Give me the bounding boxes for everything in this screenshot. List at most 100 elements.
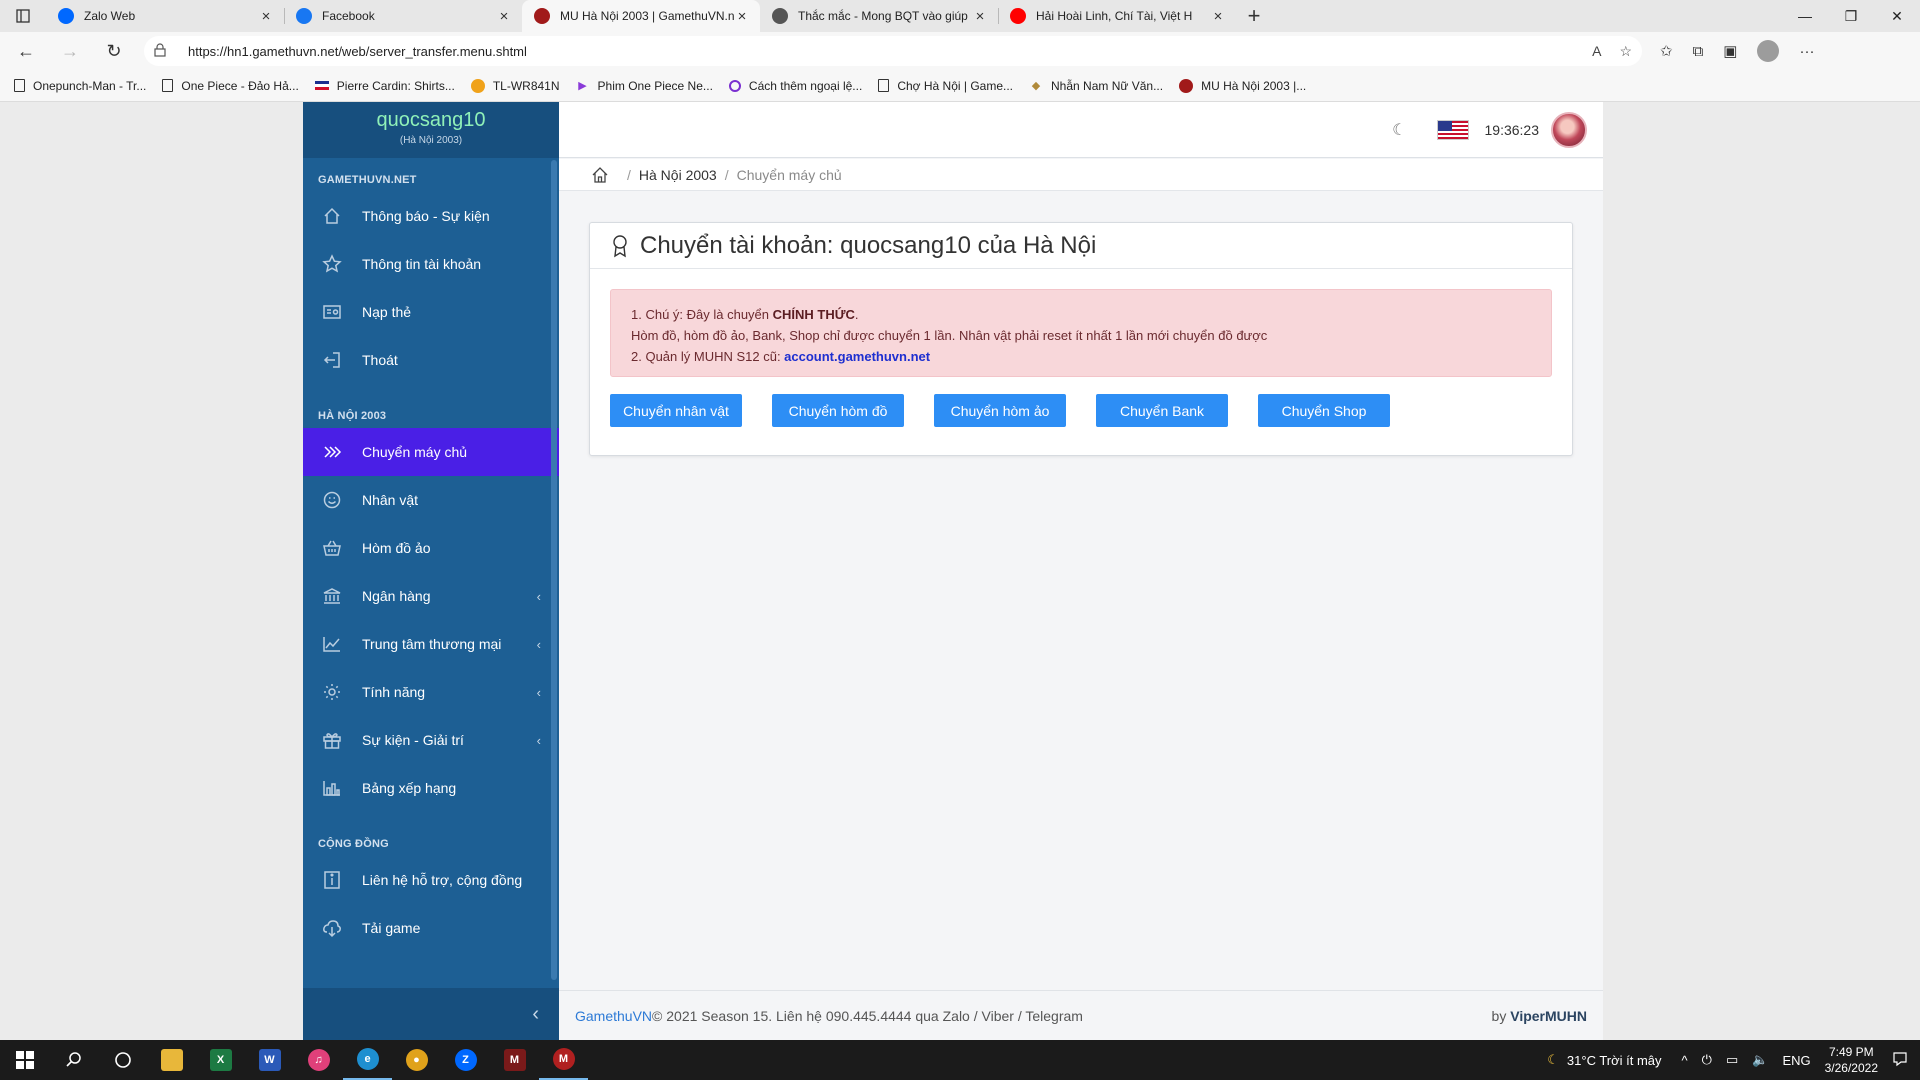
- clock-datetime[interactable]: 7:49 PM 3/26/2022: [1825, 1044, 1878, 1076]
- sidebar-scrollbar[interactable]: [551, 160, 557, 980]
- sidebar-server: (Hà Nội 2003): [399, 135, 463, 146]
- lock-icon[interactable]: [154, 42, 174, 60]
- notification-icon[interactable]: [1892, 1051, 1908, 1070]
- transfer-button[interactable]: Chuyển nhân vật: [610, 394, 742, 427]
- taskbar-app[interactable]: W: [245, 1040, 294, 1080]
- new-tab-button[interactable]: +: [1236, 0, 1272, 32]
- taskbar-app[interactable]: X: [196, 1040, 245, 1080]
- close-icon[interactable]: ×: [972, 8, 988, 25]
- browser-tab[interactable]: Zalo Web ×: [46, 0, 284, 32]
- sidebar-item[interactable]: Tính năng ‹: [303, 668, 559, 716]
- bookmark-item[interactable]: ◆ Nhẫn Nam Nữ Văn...: [1029, 79, 1163, 93]
- taskbar-app[interactable]: e: [343, 1040, 392, 1080]
- device-icon[interactable]: ⏻: [1702, 1052, 1712, 1068]
- cortana-icon[interactable]: [98, 1040, 147, 1080]
- sidebar-item[interactable]: Nạp thẻ: [303, 288, 559, 336]
- sidebar-item[interactable]: Thông báo - Sự kiện: [303, 192, 559, 240]
- taskbar-app[interactable]: [147, 1040, 196, 1080]
- sidebar-item[interactable]: Liên hệ hỗ trợ, cộng đồng: [303, 856, 559, 904]
- forward-button[interactable]: →: [52, 35, 88, 67]
- bookmark-item[interactable]: Onepunch-Man - Tr...: [14, 79, 146, 93]
- network-icon[interactable]: ▭: [1726, 1052, 1738, 1068]
- taskbar-app[interactable]: ♫: [294, 1040, 343, 1080]
- sidebar-item[interactable]: Hòm đồ ảo: [303, 524, 559, 572]
- taskbar-app[interactable]: Z: [441, 1040, 490, 1080]
- transfer-button[interactable]: Chuyển hòm ảo: [934, 394, 1066, 427]
- sidebar-item[interactable]: Sự kiện - Giải trí ‹: [303, 716, 559, 764]
- sidebar-collapse-button[interactable]: ‹: [303, 988, 559, 1040]
- refresh-button[interactable]: ↻: [96, 35, 132, 67]
- start-button[interactable]: [0, 1040, 49, 1080]
- language-indicator[interactable]: ENG: [1782, 1053, 1810, 1068]
- chevron-left-icon[interactable]: ‹: [532, 1003, 539, 1026]
- close-icon[interactable]: ×: [496, 8, 512, 25]
- close-icon[interactable]: ×: [1210, 8, 1226, 25]
- back-button[interactable]: ←: [8, 35, 44, 67]
- home-icon[interactable]: [591, 166, 609, 184]
- profile-avatar[interactable]: [1757, 40, 1780, 62]
- taskbar-app[interactable]: M: [490, 1040, 539, 1080]
- tab-title: MU Hà Nội 2003 | GamethuVN.n: [560, 9, 734, 23]
- browser-tab[interactable]: Facebook ×: [284, 0, 522, 32]
- volume-icon[interactable]: 🔈: [1752, 1052, 1768, 1068]
- page-icon: [772, 8, 788, 24]
- sidebar-item[interactable]: Tải game: [303, 904, 559, 952]
- sidebar-item[interactable]: Thông tin tài khoản: [303, 240, 559, 288]
- game-icon: M: [503, 1049, 526, 1071]
- sidebar-item[interactable]: Ngân hàng ‹: [303, 572, 559, 620]
- dark-mode-icon[interactable]: ☾: [1392, 120, 1406, 140]
- bookmark-item[interactable]: One Piece - Đảo Hả...: [162, 79, 299, 93]
- sidebar-item[interactable]: Thoát: [303, 336, 559, 384]
- restore-button[interactable]: ❐: [1828, 0, 1874, 32]
- weather-widget[interactable]: ☾ 31°C Trời ít mây: [1547, 1052, 1661, 1068]
- more-menu-icon[interactable]: ···: [1799, 43, 1814, 60]
- chevron-up-icon[interactable]: ^: [1682, 1053, 1688, 1068]
- taskbar-app[interactable]: ●: [392, 1040, 441, 1080]
- transfer-button[interactable]: Chuyển Shop: [1258, 394, 1390, 427]
- browser-tab[interactable]: Hải Hoài Linh, Chí Tài, Việt H ×: [998, 0, 1236, 32]
- bookmark-item[interactable]: Cách thêm ngoại lệ...: [728, 79, 862, 93]
- bookmark-item[interactable]: Chợ Hà Nội | Game...: [878, 79, 1013, 93]
- favorites-icon[interactable]: ✩: [1660, 42, 1673, 60]
- browser-tab[interactable]: Thắc mắc - Mong BQT vào giúp ×: [760, 0, 998, 32]
- bookmark-item[interactable]: Pierre Cardin: Shirts...: [314, 78, 455, 93]
- browser-tab[interactable]: MU Hà Nội 2003 | GamethuVN.n ×: [522, 0, 760, 32]
- mu-icon: M: [552, 1048, 575, 1070]
- close-window-button[interactable]: ✕: [1874, 0, 1920, 32]
- page-icon: [878, 79, 890, 92]
- bookmark-item[interactable]: TL-WR841N: [470, 78, 560, 93]
- avatar[interactable]: [1551, 111, 1587, 148]
- favorite-star-icon[interactable]: ☆: [1619, 43, 1632, 60]
- taskbar-app[interactable]: M: [539, 1040, 588, 1080]
- chart-icon: [321, 633, 343, 655]
- card-title: Chuyển tài khoản: quocsang10 của Hà Nội: [640, 231, 1097, 259]
- breadcrumb-server[interactable]: Hà Nội 2003: [639, 167, 717, 183]
- url-text[interactable]: https://hn1.gamethuvn.net/web/server_tra…: [188, 44, 1592, 59]
- bookmark-item[interactable]: ▶ Phim One Piece Ne...: [576, 79, 713, 93]
- close-icon[interactable]: ×: [258, 8, 274, 25]
- sidebar-item[interactable]: Nhân vật: [303, 476, 559, 524]
- transfer-button[interactable]: Chuyển hòm đồ: [772, 394, 904, 427]
- bookmark-label: Pierre Cardin: Shirts...: [336, 78, 455, 93]
- url-field[interactable]: https://hn1.gamethuvn.net/web/server_tra…: [144, 36, 1642, 66]
- sidebar-section-title: HÀ NỘI 2003: [318, 410, 387, 422]
- transfer-card: Chuyển tài khoản: quocsang10 của Hà Nội …: [589, 222, 1573, 456]
- footer-brand-link[interactable]: GamethuVN: [575, 1008, 652, 1024]
- smile-icon: [321, 489, 343, 511]
- sidebar-item[interactable]: Chuyển máy chủ: [303, 428, 559, 476]
- read-aloud-icon[interactable]: A: [1592, 43, 1601, 60]
- extensions-icon[interactable]: ▣: [1723, 42, 1737, 60]
- bookmark-item[interactable]: MU Hà Nội 2003 |...: [1179, 78, 1306, 93]
- search-icon[interactable]: [49, 1040, 98, 1080]
- sidebar-brand: quocsang10 (Hà Nội 2003): [303, 102, 559, 158]
- close-icon[interactable]: ×: [734, 8, 750, 25]
- sidebar-item[interactable]: Trung tâm thương mại ‹: [303, 620, 559, 668]
- us-flag-icon[interactable]: [1436, 119, 1469, 140]
- minimize-button[interactable]: —: [1782, 0, 1828, 32]
- tab-actions-icon[interactable]: [0, 0, 46, 32]
- transfer-button[interactable]: Chuyển Bank: [1096, 394, 1228, 427]
- collections-icon[interactable]: ⧉: [1693, 43, 1704, 60]
- sidebar-item[interactable]: Bảng xếp hạng: [303, 764, 559, 812]
- account-link[interactable]: account.gamethuvn.net: [784, 349, 930, 364]
- bookmarks-bar: Onepunch-Man - Tr... One Piece - Đảo Hả..…: [0, 70, 1920, 102]
